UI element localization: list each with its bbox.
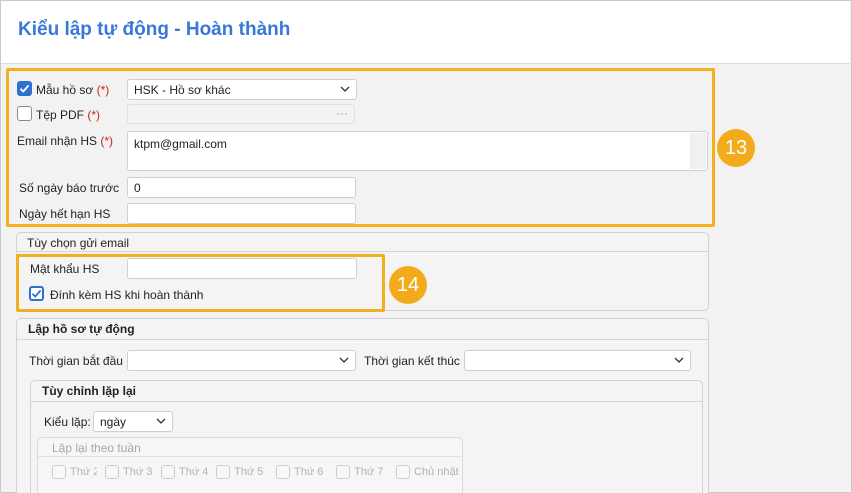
kieu-lap-value: ngày: [100, 415, 127, 429]
callout-14-badge: 14: [389, 266, 427, 304]
weekday-checkbox[interactable]: [105, 465, 119, 479]
weekday-checkbox[interactable]: [396, 465, 410, 479]
end-label: Thời gian kết thúc: [364, 354, 460, 368]
email-options-title: Tùy chọn gửi email: [27, 236, 130, 250]
header: Kiểu lập tự động - Hoàn thành: [1, 1, 850, 64]
start-select[interactable]: [127, 350, 356, 371]
kieu-lap-label: Kiểu lặp:: [44, 415, 91, 429]
weekday-label: Chủ nhật: [414, 466, 459, 478]
weekday-label: Thứ 3: [123, 466, 153, 478]
repeat-title: Tùy chỉnh lặp lại: [42, 384, 137, 398]
divider: [31, 401, 702, 402]
callout-13-badge: 13: [717, 129, 755, 167]
divider: [17, 251, 708, 252]
kieu-lap-select[interactable]: ngày: [93, 411, 173, 432]
weekday-checkbox[interactable]: [276, 465, 290, 479]
weekday-label: Thứ 5: [234, 466, 264, 478]
start-label: Thời gian bắt đầu: [29, 354, 123, 368]
callout-14-frame: [16, 254, 385, 312]
auto-title: Lập hồ sơ tự động: [28, 322, 135, 336]
chevron-down-icon: [339, 357, 349, 363]
weekday-checkbox[interactable]: [161, 465, 175, 479]
callout-13-frame: [6, 68, 715, 227]
divider: [38, 456, 462, 457]
end-select[interactable]: [464, 350, 691, 371]
weekday-checkbox[interactable]: [336, 465, 350, 479]
weekday-checkbox[interactable]: [216, 465, 230, 479]
divider: [17, 339, 708, 340]
weekly-title: Lặp lại theo tuần: [52, 441, 141, 455]
weekday-label: Thứ 6: [294, 466, 324, 478]
chevron-down-icon: [156, 418, 166, 424]
weekday-label: Thứ 4: [179, 466, 209, 478]
weekday-checkbox[interactable]: [52, 465, 66, 479]
page-title: Kiểu lập tự động - Hoàn thành: [18, 19, 291, 40]
chevron-down-icon: [674, 357, 684, 363]
weekday-label: Thứ 7: [354, 466, 384, 478]
weekday-label: Thứ 2: [70, 466, 97, 478]
